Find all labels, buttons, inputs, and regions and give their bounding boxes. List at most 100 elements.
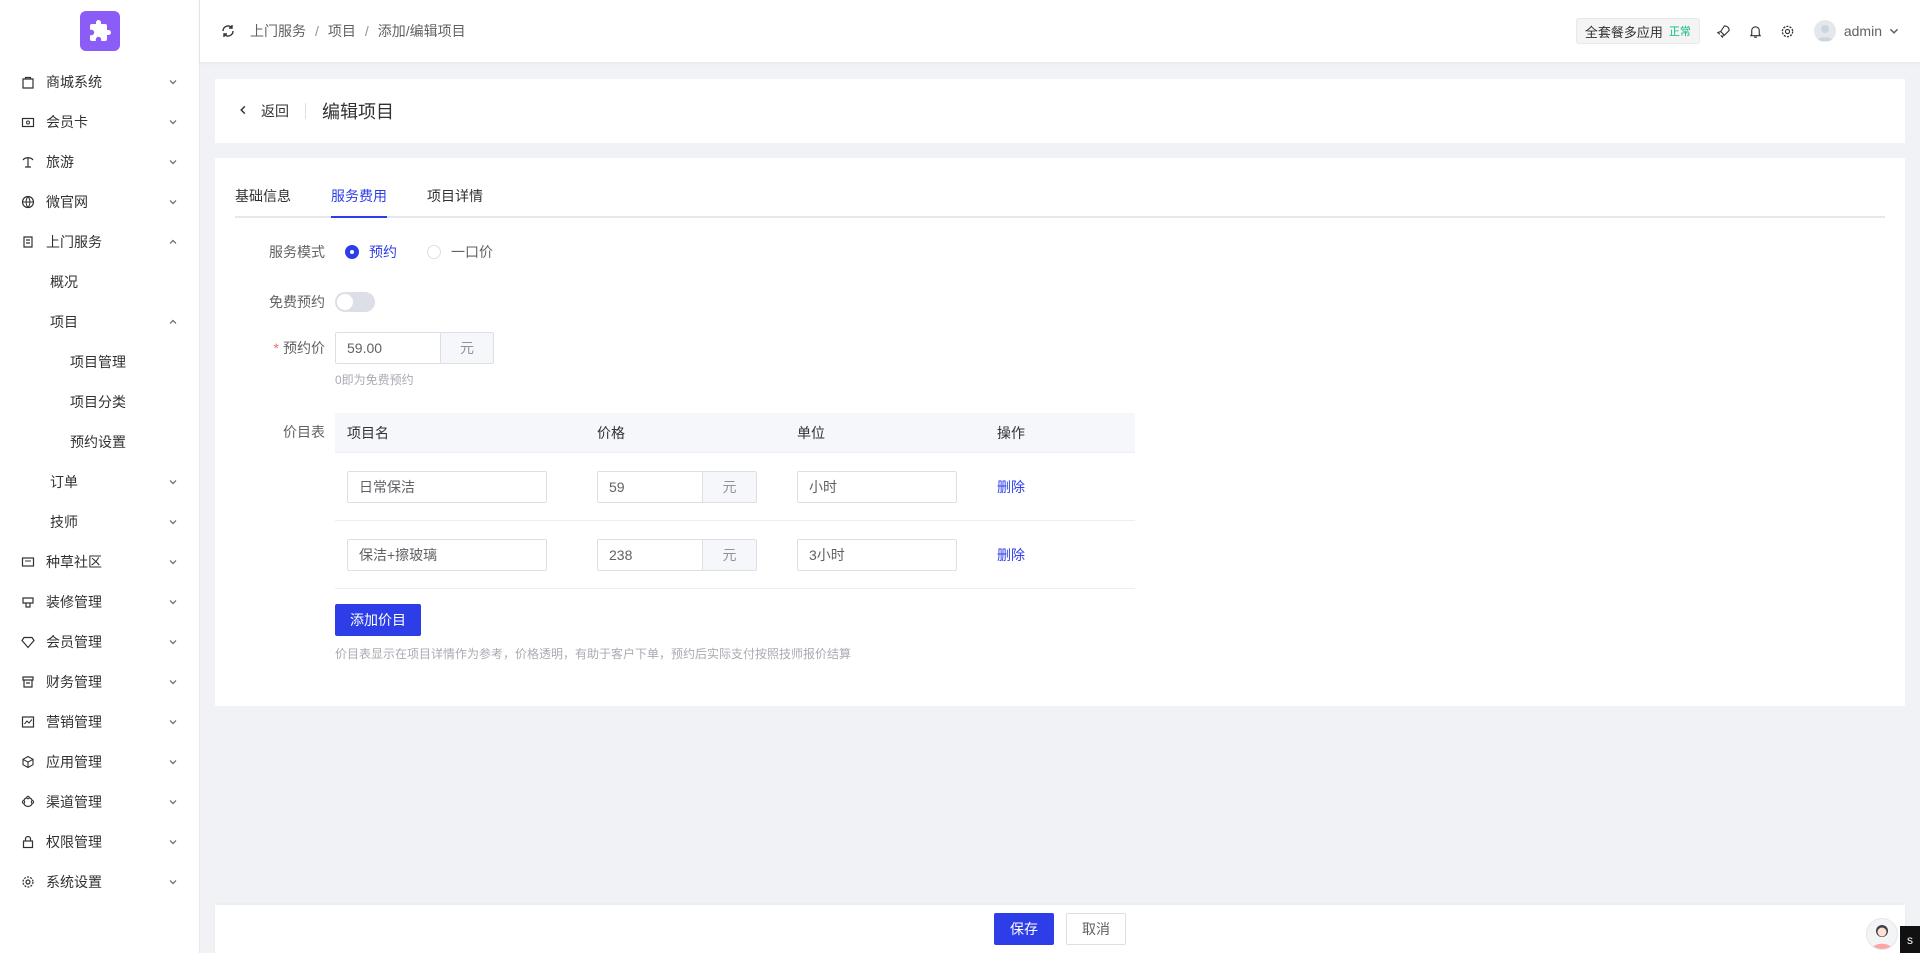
- sidebar-item-decoration[interactable]: 装修管理: [0, 582, 199, 622]
- free-booking-switch[interactable]: [335, 292, 375, 312]
- item-unit-input[interactable]: [797, 470, 957, 503]
- bell-icon[interactable]: [1748, 23, 1764, 39]
- cell-name: [335, 538, 585, 571]
- community-icon: [20, 554, 36, 570]
- sidebar-item-member-card[interactable]: 会员卡: [0, 102, 199, 142]
- puzzle-logo-icon[interactable]: [79, 11, 120, 51]
- sidebar-item-home-service[interactable]: 上门服务: [0, 222, 199, 262]
- chevron-down-icon: [167, 196, 179, 208]
- sidebar-item-overview[interactable]: 概况: [0, 262, 199, 302]
- item-unit-input[interactable]: [797, 538, 957, 571]
- sidebar-menu: 商城系统 会员卡 旅游 微官网 上门服务 概况 项目 项目管理 项目分类 预约设…: [0, 62, 199, 902]
- chevron-down-icon: [167, 636, 179, 648]
- sidebar-item-label: 项目: [50, 314, 78, 330]
- price-group: 元: [597, 470, 785, 503]
- back-button[interactable]: 返回: [237, 101, 289, 121]
- sidebar-item-project[interactable]: 项目: [0, 302, 199, 342]
- sidebar-item-channel[interactable]: 渠道管理: [0, 782, 199, 822]
- sidebar-item-label: 上门服务: [46, 234, 102, 250]
- back-label: 返回: [261, 103, 289, 119]
- sidebar-item-apps[interactable]: 应用管理: [0, 742, 199, 782]
- breadcrumb-separator: /: [364, 23, 369, 39]
- tab-project-detail[interactable]: 项目详情: [427, 176, 483, 216]
- sidebar-item-project-category[interactable]: 项目分类: [0, 382, 199, 422]
- currency-suffix: 元: [703, 538, 757, 571]
- chevron-down-icon: [167, 556, 179, 568]
- refresh-icon[interactable]: [220, 23, 236, 39]
- booking-price-input[interactable]: [335, 332, 441, 364]
- chevron-down-icon: [167, 796, 179, 808]
- chevron-down-icon[interactable]: [1888, 25, 1900, 37]
- sidebar-item-orders[interactable]: 订单: [0, 462, 199, 502]
- sidebar-item-mall[interactable]: 商城系统: [0, 62, 199, 102]
- header-price: 价格: [597, 424, 625, 441]
- cancel-button[interactable]: 取消: [1066, 913, 1126, 945]
- username[interactable]: admin: [1844, 23, 1882, 39]
- sidebar-item-member-manage[interactable]: 会员管理: [0, 622, 199, 662]
- chart-icon: [20, 714, 36, 730]
- breadcrumb-item-home-service[interactable]: 上门服务: [250, 21, 306, 41]
- sidebar-item-travel[interactable]: 旅游: [0, 142, 199, 182]
- sidebar-item-project-manage[interactable]: 项目管理: [0, 342, 199, 382]
- chevron-down-icon: [167, 876, 179, 888]
- service-mode-radio-group: 预约 一口价: [345, 242, 523, 262]
- cell-action: 删除: [985, 545, 1135, 565]
- sidebar-item-finance[interactable]: 财务管理: [0, 662, 199, 702]
- item-price-input[interactable]: [597, 538, 703, 571]
- chevron-up-icon: [167, 236, 179, 248]
- corner-tag: s: [1900, 926, 1920, 953]
- lock-icon: [20, 834, 36, 850]
- sidebar-item-community[interactable]: 种草社区: [0, 542, 199, 582]
- table-row: 元 删除: [335, 453, 1135, 521]
- radio-fixed-price[interactable]: 一口价: [427, 242, 493, 262]
- service-mode-label: 服务模式: [269, 244, 325, 260]
- breadcrumb-item-project[interactable]: 项目: [328, 21, 356, 41]
- chevron-down-icon: [167, 716, 179, 728]
- settings-icon[interactable]: [1780, 23, 1796, 39]
- plan-badge[interactable]: 全套餐多应用 正常: [1575, 18, 1700, 44]
- sidebar-item-booking-settings[interactable]: 预约设置: [0, 422, 199, 462]
- save-button[interactable]: 保存: [994, 913, 1054, 945]
- booking-price-label-text: 预约价: [283, 340, 325, 356]
- tab-basic-info[interactable]: 基础信息: [235, 176, 291, 216]
- decorate-icon: [20, 594, 36, 610]
- cell-name: [335, 470, 585, 503]
- chevron-down-icon: [167, 836, 179, 848]
- chevron-down-icon: [167, 76, 179, 88]
- user-avatar[interactable]: [1813, 20, 1836, 42]
- sidebar-item-label: 种草社区: [46, 554, 102, 570]
- radio-booking[interactable]: 预约: [345, 242, 397, 262]
- delete-link[interactable]: 删除: [997, 479, 1025, 495]
- delete-link[interactable]: 删除: [997, 547, 1025, 563]
- chevron-down-icon: [167, 596, 179, 608]
- sidebar-item-label: 应用管理: [46, 754, 102, 770]
- box-icon: [20, 754, 36, 770]
- sidebar-item-marketing[interactable]: 营销管理: [0, 702, 199, 742]
- required-mark: *: [273, 340, 279, 356]
- breadcrumb: 上门服务 / 项目 / 添加/编辑项目: [250, 21, 466, 41]
- sidebar-item-permissions[interactable]: 权限管理: [0, 822, 199, 862]
- item-name-input[interactable]: [347, 470, 547, 503]
- sidebar-item-technician[interactable]: 技师: [0, 502, 199, 542]
- tab-service-fee[interactable]: 服务费用: [331, 176, 387, 218]
- sidebar-item-label: 商城系统: [46, 74, 102, 90]
- support-avatar[interactable]: [1866, 918, 1898, 950]
- bag-icon: [20, 74, 36, 90]
- sidebar-item-label: 营销管理: [46, 714, 102, 730]
- cell-unit: [785, 470, 985, 503]
- sidebar-item-system-settings[interactable]: 系统设置: [0, 862, 199, 902]
- currency-suffix: 元: [441, 332, 494, 364]
- item-price-input[interactable]: [597, 470, 703, 503]
- rocket-icon[interactable]: [1716, 23, 1732, 39]
- item-name-input[interactable]: [347, 538, 547, 571]
- top-header: 上门服务 / 项目 / 添加/编辑项目 全套餐多应用 正常 admin: [200, 0, 1920, 62]
- plan-label: 全套餐多应用: [1584, 24, 1663, 40]
- chevron-down-icon: [167, 516, 179, 528]
- sidebar-item-microsite[interactable]: 微官网: [0, 182, 199, 222]
- add-price-item-button[interactable]: 添加价目: [335, 604, 421, 636]
- form-card: 基础信息 服务费用 项目详情 服务模式 预约 一口价 免费预约 *预约价 元 0…: [215, 158, 1905, 706]
- travel-icon: [20, 154, 36, 170]
- cell-price: 元: [585, 538, 785, 571]
- plan-status: 正常: [1668, 26, 1691, 38]
- finance-icon: [20, 674, 36, 690]
